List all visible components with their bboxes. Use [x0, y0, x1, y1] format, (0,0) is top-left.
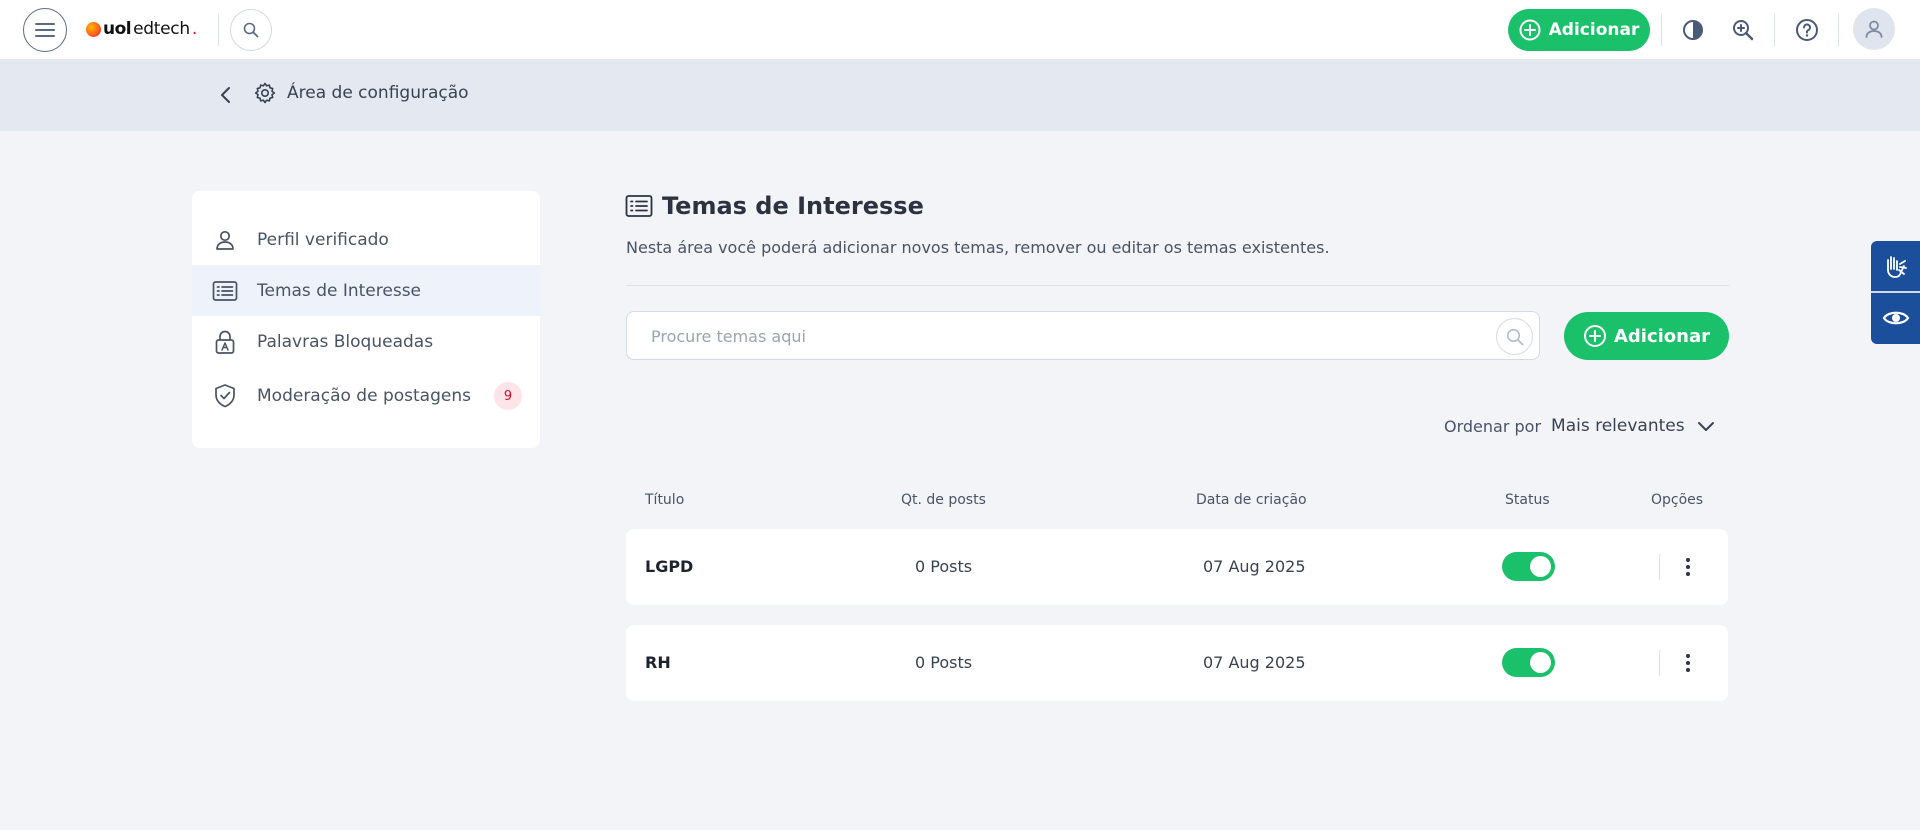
topic-created-date: 07 Aug 2025 — [1203, 557, 1306, 576]
sort-value: Mais relevantes — [1551, 416, 1685, 436]
column-header-title: Título — [645, 492, 685, 508]
sidebar-item-palavras-bloqueadas[interactable]: Palavras Bloqueadas — [192, 316, 540, 367]
sidebar-item-moderacao-de-postagens[interactable]: Moderação de postagens 9 — [192, 367, 540, 425]
sidebar-item-label: Temas de Interesse — [257, 280, 422, 301]
zoom-button[interactable] — [1727, 14, 1759, 46]
accessibility-widget — [1871, 241, 1920, 344]
sidebar-item-label: Palavras Bloqueadas — [257, 331, 434, 352]
more-vertical-icon — [1686, 565, 1690, 569]
header-add-button[interactable]: Adicionar — [1508, 9, 1650, 51]
menu-button[interactable] — [23, 8, 67, 52]
logo-dot-text: . — [191, 19, 198, 39]
user-avatar[interactable] — [1853, 8, 1895, 50]
sidebar-item-perfil-verificado[interactable]: Perfil verificado — [192, 214, 540, 265]
page-title-text: Temas de Interesse — [662, 192, 924, 220]
table-row: RH 0 Posts 07 Aug 2025 — [626, 625, 1728, 701]
shield-check-icon — [210, 381, 240, 411]
eye-icon — [1882, 311, 1909, 325]
topic-search-button[interactable] — [1496, 318, 1533, 355]
top-bar: uol edtech. Adicionar — [0, 0, 1920, 59]
status-toggle[interactable] — [1502, 648, 1555, 677]
chevron-down-icon — [1697, 422, 1714, 431]
divider — [218, 14, 219, 46]
chevron-left-icon — [221, 87, 230, 103]
add-topic-label: Adicionar — [1613, 325, 1711, 347]
status-toggle[interactable] — [1502, 552, 1555, 581]
search-icon — [1506, 328, 1523, 345]
list-icon — [210, 276, 240, 306]
back-button[interactable] — [214, 81, 238, 109]
toggle-knob — [1530, 556, 1551, 577]
topic-title: LGPD — [645, 557, 694, 576]
divider — [1774, 14, 1775, 46]
sort-label: Ordenar por — [1444, 416, 1542, 436]
help-button[interactable] — [1791, 14, 1823, 46]
zoom-in-icon — [1733, 20, 1754, 41]
logo-bold-text: uol — [103, 19, 132, 39]
topic-search-field[interactable] — [626, 311, 1540, 360]
content-divider — [626, 285, 1729, 286]
column-header-status: Status — [1505, 492, 1550, 508]
breadcrumb: Área de configuração — [253, 81, 469, 105]
plus-circle-icon — [1519, 19, 1541, 41]
sidebar-item-temas-de-interesse[interactable]: Temas de Interesse — [192, 265, 540, 316]
header-add-label: Adicionar — [1548, 20, 1640, 40]
lock-text-icon — [210, 327, 240, 357]
page-description: Nesta área você poderá adicionar novos t… — [626, 238, 1330, 257]
breadcrumb-label: Área de configuração — [287, 83, 469, 103]
logo-dot-icon — [86, 21, 101, 37]
logo-text: edtech — [133, 19, 190, 39]
header-search-button[interactable] — [230, 9, 272, 51]
row-options-button[interactable] — [1678, 647, 1698, 679]
sidebar-item-label: Perfil verificado — [257, 229, 389, 250]
divider — [1838, 14, 1839, 46]
contrast-icon — [1683, 20, 1703, 40]
more-vertical-icon — [1686, 572, 1690, 576]
menu-icon — [35, 23, 55, 37]
divider — [1659, 554, 1660, 580]
topic-post-count: 0 Posts — [915, 653, 973, 672]
divider — [1661, 14, 1662, 46]
toggle-knob — [1530, 652, 1551, 673]
plus-circle-icon — [1583, 325, 1606, 347]
topic-search-input[interactable] — [651, 324, 1471, 348]
sign-language-button[interactable] — [1871, 241, 1920, 291]
table-row: LGPD 0 Posts 07 Aug 2025 — [626, 529, 1728, 605]
column-header-options: Opções — [1651, 492, 1704, 508]
more-vertical-icon — [1686, 558, 1690, 562]
brand-logo[interactable]: uol edtech. — [86, 16, 197, 42]
column-header-posts: Qt. de posts — [901, 492, 986, 508]
sort-dropdown[interactable]: Mais relevantes — [1551, 416, 1715, 436]
column-header-date: Data de criação — [1196, 492, 1307, 508]
settings-subheader: Área de configuração — [0, 59, 1920, 131]
settings-sidebar: Perfil verificado Temas de Interesse Pal… — [192, 191, 540, 448]
more-vertical-icon — [1686, 654, 1690, 658]
sort-control: Ordenar por Mais relevantes — [1444, 416, 1715, 436]
gear-icon — [254, 82, 276, 104]
user-icon — [1865, 20, 1883, 38]
topic-title: RH — [645, 653, 671, 672]
topic-created-date: 07 Aug 2025 — [1203, 653, 1306, 672]
divider — [1871, 291, 1920, 293]
sign-language-icon — [1886, 256, 1907, 278]
contrast-button[interactable] — [1677, 14, 1709, 46]
topic-post-count: 0 Posts — [915, 557, 973, 576]
help-icon — [1796, 19, 1818, 41]
visual-accessibility-button[interactable] — [1871, 293, 1920, 343]
list-icon — [625, 195, 653, 217]
search-icon — [243, 22, 259, 38]
add-topic-button[interactable]: Adicionar — [1564, 312, 1729, 360]
page-title: Temas de Interesse — [625, 192, 924, 220]
divider — [1659, 650, 1660, 676]
sidebar-item-label: Moderação de postagens — [257, 386, 471, 406]
pending-count-badge: 9 — [494, 382, 522, 410]
row-options-button[interactable] — [1678, 551, 1698, 583]
user-icon — [210, 225, 240, 255]
more-vertical-icon — [1686, 668, 1690, 672]
more-vertical-icon — [1686, 661, 1690, 665]
